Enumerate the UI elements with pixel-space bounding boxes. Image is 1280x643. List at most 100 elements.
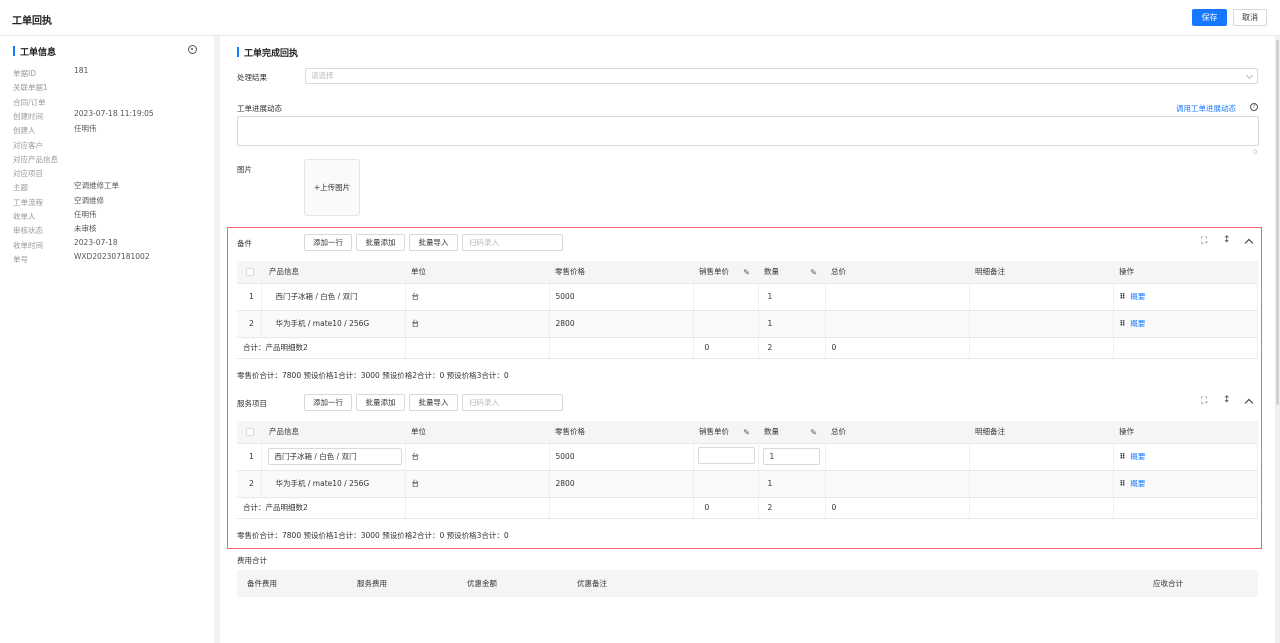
sum-empty-cell xyxy=(969,497,1114,519)
info-label: 对应客户 xyxy=(13,140,43,150)
col-service-fee: 服务费用 xyxy=(347,570,457,597)
note-cell[interactable] xyxy=(969,310,1114,338)
drag-handle-icon[interactable]: ⠿ xyxy=(1120,452,1126,461)
sum-empty-cell xyxy=(969,337,1114,359)
pencil-icon[interactable]: ✎ xyxy=(810,268,817,277)
services-batch-add-button[interactable]: 批量添加 xyxy=(356,394,405,411)
qty-cell[interactable]: 1 xyxy=(758,283,826,311)
price-cell: 5000 xyxy=(549,283,694,311)
total-cell xyxy=(825,443,970,471)
parts-batch-import-button[interactable]: 批量导入 xyxy=(409,234,458,251)
col-price: 零售价格 xyxy=(549,421,693,444)
services-add-row-button[interactable]: 添加一行 xyxy=(304,394,352,411)
price-cell: 5000 xyxy=(549,443,694,471)
sum-empty-cell xyxy=(1113,497,1258,519)
cancel-button[interactable]: 取消 xyxy=(1233,9,1267,26)
col-note: 明细备注 xyxy=(969,261,1113,284)
op-cell: ⠿ 概要 xyxy=(1113,470,1258,498)
product-cell[interactable]: 华为手机 / mate10 / 256G xyxy=(261,470,406,498)
op-cell: ⠿ 概要 xyxy=(1113,443,1258,471)
sale-price-input[interactable] xyxy=(697,447,755,464)
sale-price-cell[interactable] xyxy=(693,470,759,498)
services-table: 产品信息 单位 零售价格 销售单价 ✎ 数量 ✎ 总价 明细备注 操作 1 西门子冰… xyxy=(237,421,1258,519)
product-cell[interactable]: 西门子冰箱 / 白色 / 双门 xyxy=(261,283,406,311)
save-button[interactable]: 保存 xyxy=(1192,9,1227,26)
info-label: 审核状态 xyxy=(13,226,43,236)
row-number: 1 xyxy=(237,283,262,311)
col-product: 产品信息 xyxy=(261,261,405,284)
note-cell[interactable] xyxy=(969,443,1114,471)
result-placeholder: 请选择 xyxy=(311,71,334,80)
info-value: 任明伟 xyxy=(74,210,97,219)
note-cell[interactable] xyxy=(969,283,1114,311)
upload-image-button[interactable]: +上传图片 xyxy=(304,159,360,216)
info-value: 2023-07-18 xyxy=(74,237,118,247)
resize-vertical-icon[interactable]: ↕ xyxy=(1223,395,1231,405)
product-cell[interactable]: 华为手机 / mate10 / 256G xyxy=(261,310,406,338)
pencil-icon[interactable]: ✎ xyxy=(810,428,817,437)
summary-link[interactable]: 概要 xyxy=(1130,292,1145,301)
services-scan-input[interactable]: 扫码录入 xyxy=(462,394,563,411)
sum-sale: 0 xyxy=(693,497,759,519)
form-title: 工单完成回执 xyxy=(237,46,298,59)
sum-qty: 2 xyxy=(758,337,826,359)
total-cell xyxy=(825,283,970,311)
sum-empty-cell xyxy=(549,497,694,519)
row-number: 2 xyxy=(237,310,262,338)
summary-link[interactable]: 概要 xyxy=(1130,479,1145,488)
scrollbar-thumb[interactable] xyxy=(1276,40,1279,405)
qty-cell[interactable]: 1 xyxy=(758,310,826,338)
parts-scan-input[interactable]: 扫码录入 xyxy=(462,234,563,251)
progress-textarea[interactable] xyxy=(237,116,1259,146)
row-number: 2 xyxy=(237,470,262,498)
pencil-icon[interactable]: ✎ xyxy=(743,268,750,277)
drag-handle-icon[interactable]: ⠿ xyxy=(1120,319,1126,328)
sale-price-cell[interactable] xyxy=(693,310,759,338)
expand-icon[interactable]: ⛶ xyxy=(1201,236,1207,246)
col-total: 总价 xyxy=(825,421,969,444)
qty-input[interactable]: 1 xyxy=(762,448,820,465)
info-value: 181 xyxy=(74,66,89,75)
summary-link[interactable]: 概要 xyxy=(1130,452,1145,461)
qty-cell: 1 xyxy=(758,443,826,471)
info-label: 关联单据1 xyxy=(13,83,48,93)
total-cell xyxy=(825,470,970,498)
note-cell[interactable] xyxy=(969,470,1114,498)
sale-price-cell[interactable] xyxy=(693,283,759,311)
summary-link[interactable]: 概要 xyxy=(1130,319,1145,328)
table-row: 2 华为手机 / mate10 / 256G 台 2800 1 ⠿ 概要 xyxy=(237,470,1258,498)
info-label: 单号 xyxy=(13,254,28,264)
pencil-icon[interactable]: ✎ xyxy=(743,428,750,437)
resize-vertical-icon[interactable]: ↕ xyxy=(1223,235,1231,245)
sum-total: 0 xyxy=(825,337,970,359)
col-unit: 单位 xyxy=(405,421,549,444)
unit-cell: 台 xyxy=(405,283,550,311)
result-select[interactable]: 请选择 xyxy=(305,68,1258,84)
parts-summary: 零售价合计：7800 预设价格1合计：3000 预设价格2合计：0 预设价格3合… xyxy=(237,371,509,380)
qty-cell[interactable]: 1 xyxy=(758,470,826,498)
ticket-info-panel: 工单信息 单据ID 181 关联单据1 合同/订单 创建时间 2023-07-18 11:… xyxy=(0,36,214,643)
product-input[interactable]: 西门子冰箱 / 白色 / 双门 xyxy=(267,448,402,465)
parts-add-row-button[interactable]: 添加一行 xyxy=(304,234,352,251)
progress-link[interactable]: 调用工单进展动态 xyxy=(1176,103,1236,114)
expand-icon[interactable]: ⛶ xyxy=(1201,396,1207,406)
info-value: 空调维修工单 xyxy=(74,181,119,191)
info-value: 任明伟 xyxy=(74,124,97,134)
col-total: 总价 xyxy=(825,261,969,284)
parts-batch-add-button[interactable]: 批量添加 xyxy=(356,234,405,251)
services-batch-import-button[interactable]: 批量导入 xyxy=(409,394,458,411)
drag-handle-icon[interactable]: ⠿ xyxy=(1120,479,1126,488)
table-row: 2 华为手机 / mate10 / 256G 台 2800 1 ⠿ 概要 xyxy=(237,310,1258,338)
col-discount-note: 优惠备注 xyxy=(567,570,1143,597)
info-label: 创建时间 xyxy=(13,111,43,121)
col-unit: 单位 xyxy=(405,261,549,284)
info-value: 空调维修 xyxy=(74,195,104,205)
drag-handle-icon[interactable]: ⠿ xyxy=(1120,292,1126,301)
sum-label: 合计：产品明细数2 xyxy=(237,497,406,519)
select-all-checkbox[interactable] xyxy=(237,261,261,284)
col-op: 操作 xyxy=(1113,421,1258,444)
select-all-checkbox[interactable] xyxy=(237,421,261,444)
question-icon[interactable]: ? xyxy=(1250,103,1258,111)
gear-icon[interactable] xyxy=(188,45,197,54)
info-label: 主题 xyxy=(13,183,28,193)
